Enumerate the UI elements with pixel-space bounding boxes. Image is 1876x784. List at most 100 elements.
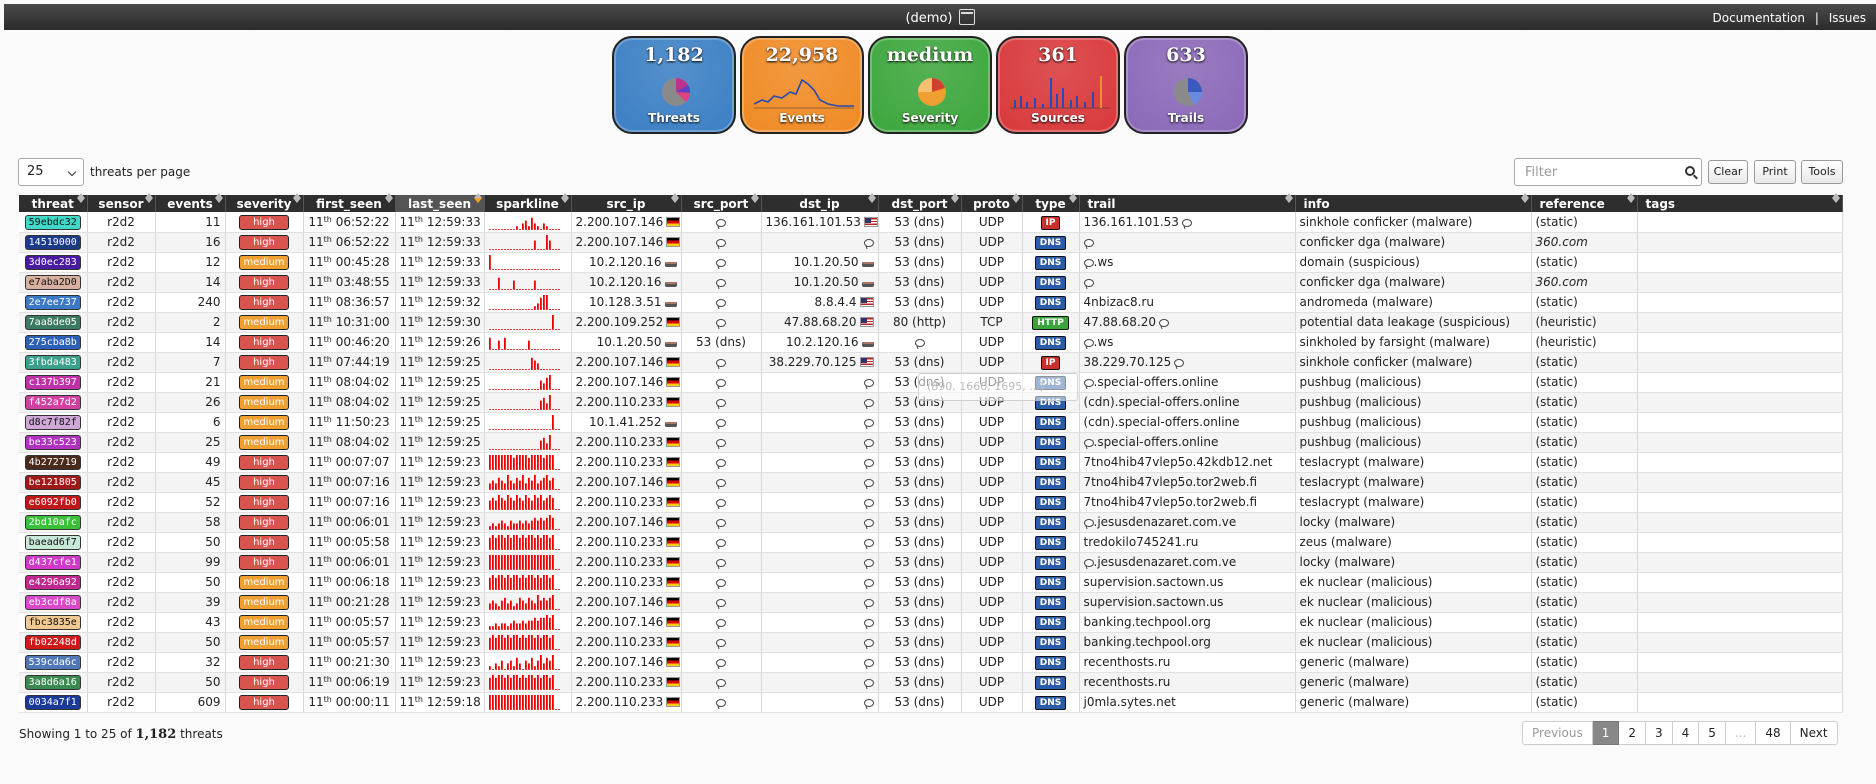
- comment-icon[interactable]: [863, 699, 874, 707]
- src-ip-cell[interactable]: 2.200.107.146: [571, 352, 682, 373]
- issues-link[interactable]: Issues: [1829, 11, 1866, 25]
- threat-id-badge[interactable]: 0034a7f1: [24, 695, 81, 710]
- reference-cell[interactable]: (static): [1531, 672, 1638, 693]
- table-row[interactable]: fbc3835e r2d2 43 medium 11th 00:05:57 11th 12…: [19, 612, 1843, 633]
- comment-icon[interactable]: [716, 379, 726, 387]
- table-row[interactable]: 7aa8de05 r2d2 2 medium 11th 10:31:00 11th 12:…: [19, 312, 1843, 333]
- comment-icon[interactable]: [863, 599, 874, 607]
- src-ip-cell[interactable]: 10.2.120.16: [571, 272, 682, 293]
- tags-cell[interactable]: [1637, 512, 1843, 533]
- trail-cell[interactable]: .jesusdenazaret.com.ve: [1079, 512, 1296, 533]
- tags-cell[interactable]: [1637, 592, 1843, 613]
- table-row[interactable]: 275cba8b r2d2 14 high 11th 00:46:20 11th 12:5…: [19, 332, 1843, 353]
- comment-icon[interactable]: [716, 299, 726, 307]
- comment-icon[interactable]: [863, 539, 874, 547]
- comment-icon[interactable]: [1083, 519, 1094, 527]
- trail-cell[interactable]: 4nbizac8.ru: [1079, 292, 1296, 313]
- column-header-dst-ip[interactable]: dst_ip: [761, 193, 879, 212]
- threat-id-badge[interactable]: d8c7f82f: [24, 415, 81, 430]
- column-header-events[interactable]: events: [155, 193, 226, 212]
- table-row[interactable]: 3d0ec283 r2d2 12 medium 11th 00:45:28 11th 12…: [19, 252, 1843, 273]
- src-ip-cell[interactable]: 2.200.110.233: [571, 552, 682, 573]
- dst-ip-cell[interactable]: 47.88.68.20: [761, 312, 879, 333]
- tags-cell[interactable]: [1637, 472, 1843, 493]
- reference-cell[interactable]: (static): [1531, 612, 1638, 633]
- tags-cell[interactable]: [1637, 432, 1843, 453]
- dst-ip-cell[interactable]: [761, 572, 879, 593]
- reference-cell[interactable]: (static): [1531, 452, 1638, 473]
- dst-ip-cell[interactable]: 10.2.120.16: [761, 332, 879, 353]
- src-ip-cell[interactable]: 2.200.110.233: [571, 692, 682, 713]
- dst-ip-cell[interactable]: [761, 672, 879, 693]
- column-header-reference[interactable]: reference: [1531, 193, 1638, 212]
- dst-ip-cell[interactable]: [761, 692, 879, 713]
- calendar-icon[interactable]: [958, 9, 975, 25]
- reference-cell[interactable]: (static): [1531, 652, 1638, 673]
- src-ip-cell[interactable]: 2.200.110.233: [571, 672, 682, 693]
- comment-icon[interactable]: [863, 659, 874, 667]
- table-row[interactable]: 0034a7f1 r2d2 609 high 11th 00:00:11 11th 12:…: [19, 692, 1843, 713]
- tools-button[interactable]: Tools: [1801, 160, 1843, 184]
- trail-cell[interactable]: .jesusdenazaret.com.ve: [1079, 552, 1296, 573]
- dst-ip-cell[interactable]: [761, 612, 879, 633]
- comment-icon[interactable]: [716, 539, 726, 547]
- dst-ip-cell[interactable]: [761, 652, 879, 673]
- comment-icon[interactable]: [863, 519, 874, 527]
- reference-cell[interactable]: (static): [1531, 692, 1638, 713]
- trail-cell[interactable]: 136.161.101.53: [1079, 212, 1296, 233]
- sort-icon[interactable]: [1831, 193, 1840, 203]
- tags-cell[interactable]: [1637, 612, 1843, 633]
- tags-cell[interactable]: [1637, 352, 1843, 373]
- comment-icon[interactable]: [863, 619, 874, 627]
- comment-icon[interactable]: [716, 419, 726, 427]
- table-row[interactable]: fb02248d r2d2 50 medium 11th 00:05:57 11th 12…: [19, 632, 1843, 653]
- reference-cell[interactable]: (static): [1531, 472, 1638, 493]
- trail-cell[interactable]: tredokilo745241.ru: [1079, 532, 1296, 553]
- dst-ip-cell[interactable]: [761, 232, 879, 253]
- src-ip-cell[interactable]: 10.1.41.252: [571, 412, 682, 433]
- dst-ip-cell[interactable]: [761, 432, 879, 453]
- threat-id-badge[interactable]: 2e7ee737: [24, 295, 81, 310]
- comment-icon[interactable]: [716, 359, 726, 367]
- column-header-type[interactable]: type: [1022, 193, 1080, 212]
- reference-cell[interactable]: (static): [1531, 492, 1638, 513]
- column-header-proto[interactable]: proto: [961, 193, 1023, 212]
- table-row[interactable]: 4b272719 r2d2 49 high 11th 00:07:07 11th 12:5…: [19, 452, 1843, 473]
- table-row[interactable]: eb3cdf8a r2d2 39 medium 11th 00:21:28 11th 12…: [19, 592, 1843, 613]
- threat-id-badge[interactable]: be121805: [24, 475, 81, 490]
- comment-icon[interactable]: [863, 439, 874, 447]
- dst-ip-cell[interactable]: [761, 552, 879, 573]
- comment-icon[interactable]: [863, 379, 874, 387]
- comment-icon[interactable]: [716, 699, 726, 707]
- comment-icon[interactable]: [863, 679, 874, 687]
- comment-icon[interactable]: [716, 579, 726, 587]
- reference-cell[interactable]: (static): [1531, 252, 1638, 273]
- tags-cell[interactable]: [1637, 552, 1843, 573]
- reference-cell[interactable]: (static): [1531, 632, 1638, 653]
- sort-icon[interactable]: [560, 193, 569, 203]
- src-ip-cell[interactable]: 2.200.107.146: [571, 512, 682, 533]
- comment-icon[interactable]: [716, 519, 726, 527]
- threat-id-badge[interactable]: be33c523: [24, 435, 81, 450]
- table-row[interactable]: baead6f7 r2d2 50 high 11th 00:05:58 11th 12:5…: [19, 532, 1843, 553]
- src-ip-cell[interactable]: 2.200.110.233: [571, 392, 682, 413]
- table-row[interactable]: 3fbda483 r2d2 7 high 11th 07:44:19 11th 12:59…: [19, 352, 1843, 373]
- src-ip-cell[interactable]: 10.128.3.51: [571, 292, 682, 313]
- comment-icon[interactable]: [1083, 559, 1094, 567]
- table-row[interactable]: e4296a92 r2d2 50 medium 11th 00:06:18 11th 12…: [19, 572, 1843, 593]
- page-button-5[interactable]: 5: [1699, 721, 1726, 745]
- trail-cell[interactable]: 7tno4hib47vlep5o.42kdb12.net: [1079, 452, 1296, 473]
- dst-ip-cell[interactable]: [761, 512, 879, 533]
- src-ip-cell[interactable]: 2.200.107.146: [571, 612, 682, 633]
- dst-ip-cell[interactable]: 8.8.4.4: [761, 292, 879, 313]
- sort-icon[interactable]: [1520, 193, 1529, 203]
- dst-ip-cell[interactable]: [761, 392, 879, 413]
- comment-icon[interactable]: [863, 499, 874, 507]
- src-ip-cell[interactable]: 2.200.107.146: [571, 372, 682, 393]
- comment-icon[interactable]: [716, 239, 726, 247]
- threat-id-badge[interactable]: 3fbda483: [24, 355, 81, 370]
- trail-cell[interactable]: 47.88.68.20: [1079, 312, 1296, 333]
- trail-cell[interactable]: .ws: [1079, 252, 1296, 273]
- table-row[interactable]: be33c523 r2d2 25 medium 11th 08:04:02 11th 12…: [19, 432, 1843, 453]
- table-row[interactable]: 59ebdc32 r2d2 11 high 11th 06:52:22 11th 12:5…: [19, 212, 1843, 233]
